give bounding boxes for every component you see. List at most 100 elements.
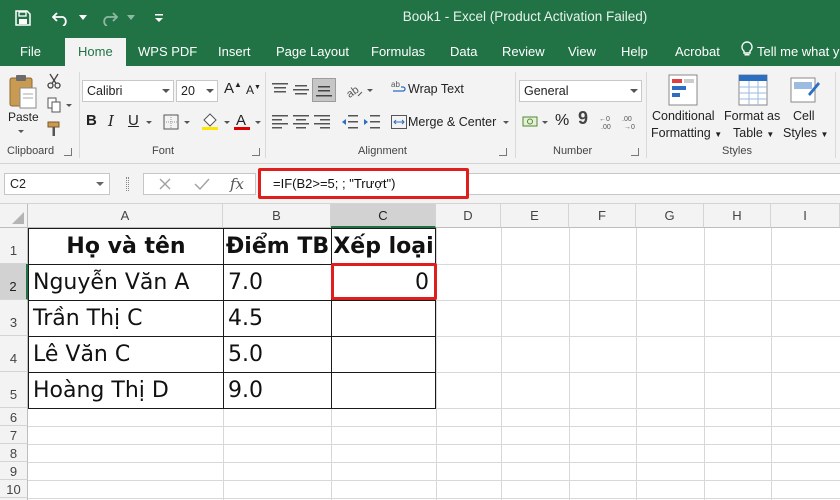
align-bottom-icon[interactable] (312, 78, 336, 102)
tab-review[interactable]: Review (502, 36, 545, 66)
increase-decimal-icon[interactable]: ←0.00 (598, 112, 618, 132)
wrap-text-button[interactable]: Wrap Text (408, 82, 464, 96)
cell-a3[interactable]: Trần Thị C (29, 301, 223, 336)
conditional-formatting-icon[interactable] (666, 72, 700, 108)
cell-styles-button[interactable]: Cell (793, 109, 815, 123)
conditional-formatting-line2[interactable]: Formatting ▼ (651, 126, 722, 140)
select-all-corner[interactable] (0, 204, 28, 228)
font-launcher-icon[interactable] (252, 148, 260, 156)
cell-a4[interactable]: Lê Văn C (29, 337, 223, 372)
row-header-7[interactable]: 7 (0, 426, 28, 444)
cancel-icon[interactable] (158, 177, 172, 196)
font-size-dropdown[interactable]: 20 (176, 80, 218, 102)
row-header-5[interactable]: 5 (0, 372, 28, 408)
format-as-table-icon[interactable] (736, 72, 770, 108)
cell-c1[interactable]: Xếp loại (332, 230, 435, 264)
tab-help[interactable]: Help (621, 36, 648, 66)
formula-input[interactable]: =IF(B2>=5; ; "Trượt") (258, 168, 469, 199)
row-header-9[interactable]: 9 (0, 462, 28, 480)
bold-button[interactable]: B (86, 112, 97, 129)
cell-b1[interactable]: Điểm TB (224, 230, 331, 264)
cell-b4[interactable]: 5.0 (224, 337, 331, 372)
number-format-dropdown[interactable]: General (519, 80, 642, 102)
tab-file[interactable]: File (20, 36, 41, 66)
tab-insert[interactable]: Insert (218, 36, 251, 66)
cell-a1[interactable]: Họ và tên (29, 230, 223, 264)
format-as-table-button[interactable]: Format as (724, 109, 780, 123)
borders-icon[interactable] (160, 112, 182, 132)
format-as-table-line2[interactable]: Table ▼ (733, 126, 774, 140)
row-header-6[interactable]: 6 (0, 408, 28, 426)
grow-font-button[interactable]: A▲ (224, 80, 242, 97)
cell-a5[interactable]: Hoàng Thị D (29, 373, 223, 408)
name-box[interactable]: C2 (4, 173, 110, 195)
italic-button[interactable]: I (108, 112, 114, 130)
row-header-10[interactable]: 10 (0, 480, 28, 498)
align-top-icon[interactable] (270, 80, 290, 100)
formula-bar-extension[interactable] (469, 173, 840, 195)
column-header-d[interactable]: D (436, 204, 501, 228)
insert-function-icon[interactable]: fx (230, 175, 244, 193)
row-header-4[interactable]: 4 (0, 336, 28, 372)
row-header-2[interactable]: 2 (0, 264, 28, 300)
paste-button[interactable]: Paste (8, 110, 39, 124)
increase-indent-icon[interactable] (362, 112, 382, 132)
comma-style-button[interactable]: 9 (578, 108, 588, 129)
font-color-icon[interactable]: A (232, 110, 252, 132)
column-header-b[interactable]: B (223, 204, 331, 228)
tab-data[interactable]: Data (450, 36, 477, 66)
column-header-i[interactable]: I (771, 204, 840, 228)
cell-a2[interactable]: Nguyễn Văn A (29, 265, 223, 300)
conditional-formatting-button[interactable]: Conditional (652, 109, 715, 123)
tell-me-search[interactable]: Tell me what y (741, 36, 839, 66)
align-left-icon[interactable] (270, 112, 290, 132)
decrease-decimal-icon[interactable]: .00 →0 (621, 112, 641, 132)
column-header-c[interactable]: C (331, 204, 436, 228)
enter-icon[interactable] (194, 177, 210, 196)
alignment-launcher-icon[interactable] (499, 148, 507, 156)
align-center-icon[interactable] (291, 112, 311, 132)
row-header-3[interactable]: 3 (0, 300, 28, 336)
tab-page-layout[interactable]: Page Layout (276, 36, 349, 66)
column-header-g[interactable]: G (636, 204, 704, 228)
merge-center-icon[interactable] (390, 112, 408, 132)
shrink-font-button[interactable]: A▼ (246, 83, 261, 97)
tab-acrobat[interactable]: Acrobat (675, 36, 720, 66)
fill-color-icon[interactable] (198, 110, 222, 132)
tab-home[interactable]: Home (65, 38, 126, 66)
row-header-1[interactable]: 1 (0, 228, 28, 264)
tab-view[interactable]: View (568, 36, 596, 66)
cell-b5[interactable]: 9.0 (224, 373, 331, 408)
cut-icon[interactable] (45, 72, 63, 90)
merge-center-button[interactable]: Merge & Center (408, 115, 496, 129)
align-right-icon[interactable] (312, 112, 332, 132)
cell-c3[interactable] (332, 301, 435, 336)
clipboard-launcher-icon[interactable] (64, 148, 72, 156)
decrease-indent-icon[interactable] (340, 112, 360, 132)
column-header-e[interactable]: E (501, 204, 569, 228)
cell-b3[interactable]: 4.5 (224, 301, 331, 336)
column-header-a[interactable]: A (28, 204, 223, 228)
underline-button[interactable]: U (128, 112, 139, 129)
cell-c4[interactable] (332, 337, 435, 372)
percent-button[interactable]: % (555, 112, 569, 130)
orientation-icon[interactable]: ab (343, 80, 365, 100)
cell-c5[interactable] (332, 373, 435, 408)
row-header-8[interactable]: 8 (0, 444, 28, 462)
tab-wps-pdf[interactable]: WPS PDF (138, 36, 197, 66)
column-header-h[interactable]: H (704, 204, 771, 228)
column-header-f[interactable]: F (569, 204, 636, 228)
number-launcher-icon[interactable] (631, 148, 639, 156)
accounting-format-icon[interactable] (520, 112, 540, 132)
wrap-text-icon[interactable]: ab (390, 78, 408, 98)
copy-icon[interactable] (45, 96, 63, 114)
tab-formulas[interactable]: Formulas (371, 36, 425, 66)
cell-b2[interactable]: 7.0 (224, 265, 331, 300)
cell-styles-line2[interactable]: Styles ▼ (783, 126, 828, 140)
paste-icon[interactable] (6, 72, 40, 112)
cell-styles-icon[interactable] (788, 72, 822, 108)
format-painter-icon[interactable] (45, 120, 63, 138)
formula-bar-grip-icon[interactable] (126, 177, 129, 191)
font-name-dropdown[interactable]: Calibri (82, 80, 174, 102)
align-middle-icon[interactable] (291, 80, 311, 100)
